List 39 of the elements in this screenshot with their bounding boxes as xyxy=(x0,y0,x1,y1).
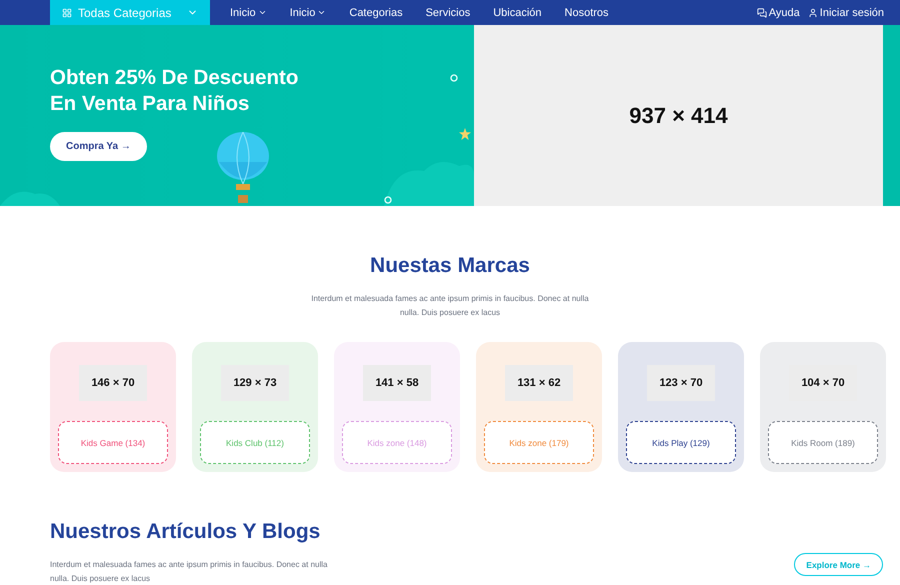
logo-placeholder: 146 × 70 xyxy=(79,365,147,401)
nav-link[interactable]: Ubicación xyxy=(493,6,542,18)
brand-card[interactable]: 131 × 62 Kids zone (179) xyxy=(476,342,602,472)
nav-link[interactable]: Inicio xyxy=(230,6,267,18)
grid-icon xyxy=(62,8,72,18)
brand-card[interactable]: 123 × 70 Kids Play (129) xyxy=(618,342,744,472)
brand-card[interactable]: 104 × 70 Kids Room (189) xyxy=(760,342,886,472)
logo-placeholder: 123 × 70 xyxy=(647,365,715,401)
user-icon xyxy=(808,8,818,18)
balloon-drawing xyxy=(216,132,270,204)
image-size-label: 937 × 414 xyxy=(629,102,728,128)
help-link[interactable]: Ayuda xyxy=(756,6,800,18)
circle-icon xyxy=(450,74,458,82)
brand-card[interactable]: 146 × 70 Kids Game (134) xyxy=(50,342,176,472)
section-subtitle: Interdum et malesuada fames ac ante ipsum primis in faucibus. Donec at nulla nulla. Duis posuere ex lacus xyxy=(50,559,328,585)
brand-label: Kids Room (189) xyxy=(768,421,878,464)
nav-link[interactable]: Nosotros xyxy=(564,6,609,18)
shop-button[interactable]: Compra Ya → xyxy=(50,132,147,161)
nav-link[interactable]: Servicios xyxy=(426,6,470,18)
logo-placeholder: 131 × 62 xyxy=(505,365,573,401)
hero-title: Obten 25% De Descuento En Venta Para Niños xyxy=(50,65,298,117)
nav-link[interactable]: Inicio xyxy=(290,6,326,18)
star-icon xyxy=(459,128,471,140)
brand-card[interactable]: 141 × 58 Kids zone (148) xyxy=(334,342,460,472)
section-title: Nuestros Artículos Y Blogs xyxy=(50,520,322,544)
logo-placeholder: 129 × 73 xyxy=(221,365,289,401)
logo-placeholder: 141 × 58 xyxy=(363,365,431,401)
circle-icon xyxy=(384,196,392,204)
brand-card[interactable]: 129 × 73 Kids Club (112) xyxy=(192,342,318,472)
brand-label: Kids Club (112) xyxy=(200,421,310,464)
nav-link[interactable]: Categorias xyxy=(349,6,403,18)
brand-label: Kids Play (129) xyxy=(626,421,736,464)
section-title: Nuestas Marcas xyxy=(370,254,530,278)
brand-label: Kids zone (148) xyxy=(342,421,452,464)
login-link[interactable]: Iniciar sesión xyxy=(808,6,884,18)
brand-label: Kids Game (134) xyxy=(58,421,168,464)
chat-icon xyxy=(756,8,767,18)
section-subtitle: Interdum et malesuada fames ac ante ipsum primis in faucibus. Donec at nulla nulla. Duis posuere ex lacus xyxy=(310,293,590,319)
brand-label: Kids zone (179) xyxy=(484,421,594,464)
